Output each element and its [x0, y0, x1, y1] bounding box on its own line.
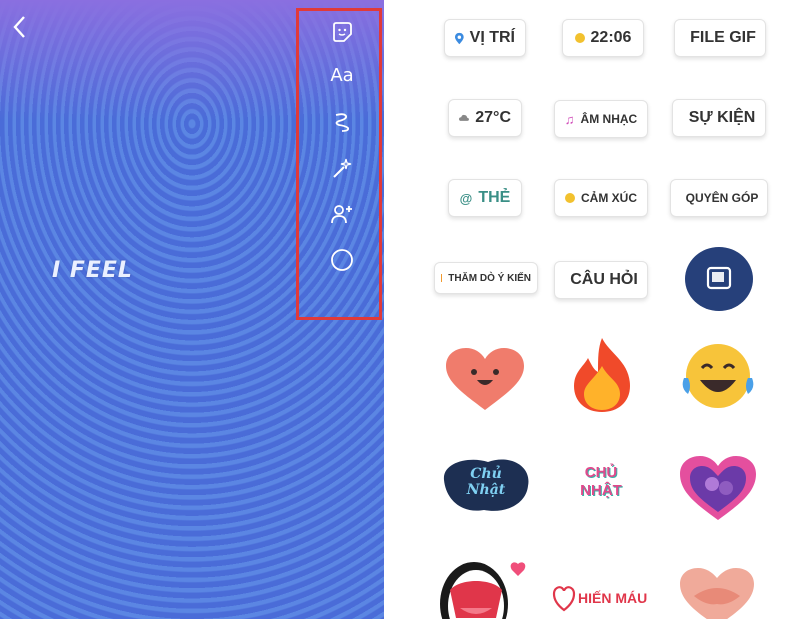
story-canvas[interactable]: I FEEL Aa [0, 0, 384, 619]
mouth-icon [440, 562, 526, 623]
location-label: VỊ TRÍ [469, 29, 515, 46]
effects-tool[interactable] [329, 155, 355, 181]
heart-face-icon [446, 348, 524, 410]
fire-icon [574, 338, 630, 412]
question-sticker[interactable]: CÂU HỎI [554, 261, 648, 299]
donation-sticker[interactable]: QUYÊN GÓP [670, 179, 768, 217]
chevron-left-icon [13, 16, 25, 38]
sunday-label-2: CHỦ NHẬT [580, 464, 622, 499]
mouth-sticker[interactable] [436, 560, 536, 623]
back-button[interactable] [10, 14, 32, 42]
location-sticker[interactable]: VỊ TRÍ [444, 19, 526, 57]
magic-wand-icon [333, 158, 352, 178]
text-tool[interactable]: Aa [329, 63, 355, 89]
poll-icon [441, 274, 443, 282]
smiley-icon [565, 193, 575, 203]
laughing-sticker[interactable] [680, 340, 756, 412]
tag-label: THẺ [478, 189, 511, 206]
circle-tool[interactable] [329, 247, 355, 273]
squiggle-icon [335, 113, 350, 132]
clock-icon [574, 33, 585, 43]
poll-sticker[interactable]: THĂM DÒ Ý KIẾN [434, 262, 538, 294]
music-sticker[interactable]: ♫ ÂM NHẠC [554, 100, 648, 138]
donation-label: QUYÊN GÓP [685, 191, 759, 205]
sunday-sticker-1[interactable]: Chủ Nhật [440, 452, 532, 516]
gif-sticker[interactable]: FILE GIF [674, 19, 766, 57]
at-icon: @ [459, 190, 473, 206]
hug-sticker[interactable] [676, 566, 758, 623]
sticker-icon [333, 22, 352, 42]
purple-heart-icon [680, 456, 756, 520]
music-label: ÂM NHẠC [580, 112, 638, 126]
photo-sticker[interactable] [684, 246, 754, 312]
tag-sticker[interactable]: @ THẺ [448, 179, 522, 217]
time-label: 22:06 [590, 29, 632, 46]
sticker-tool[interactable] [329, 19, 355, 45]
event-label: SỰ KIỆN [688, 109, 756, 126]
circle-icon [331, 249, 353, 271]
weather-sticker[interactable]: 27°C [448, 99, 522, 137]
blood-drop-heart-icon [552, 586, 576, 612]
music-note-icon: ♫ [564, 111, 575, 127]
time-sticker[interactable]: 22:06 [562, 19, 644, 57]
love-sticker[interactable] [678, 454, 758, 522]
temperature-label: 27°C [475, 109, 511, 126]
hug-heart-icon [680, 568, 754, 623]
tool-panel: Aa [296, 8, 382, 320]
sunday-label-1: Chủ Nhật [466, 466, 506, 498]
feeling-sticker[interactable]: CẢM XÚC [554, 179, 648, 217]
draw-tool[interactable] [329, 109, 355, 135]
cloud-icon [459, 114, 469, 121]
feeling-label: CẢM XÚC [581, 191, 637, 205]
sunday-sticker-2[interactable]: CHỦ NHẬT [562, 452, 642, 522]
fire-sticker[interactable] [568, 336, 636, 414]
add-person-icon [331, 205, 352, 224]
question-label: CÂU HỎI [570, 271, 638, 288]
blood-donation-label: HIẾN MÁU [578, 590, 648, 606]
laughing-emoji-icon [682, 344, 754, 408]
tag-people-tool[interactable] [329, 201, 355, 227]
heart-face-sticker[interactable] [444, 346, 526, 412]
event-sticker[interactable]: SỰ KIỆN [672, 99, 766, 137]
poll-label: THĂM DÒ Ý KIẾN [448, 272, 531, 284]
blood-donation-sticker[interactable]: HIẾN MÁU [552, 578, 652, 619]
gif-label: FILE GIF [690, 29, 756, 46]
sticker-tray: VỊ TRÍ 22:06 FILE GIF 27°C ♫ ÂM NHẠC SỰ … [384, 0, 800, 623]
location-pin-icon [455, 32, 464, 44]
story-overlay-text[interactable]: I FEEL [52, 258, 133, 283]
photo-sticker-icon [685, 247, 753, 311]
